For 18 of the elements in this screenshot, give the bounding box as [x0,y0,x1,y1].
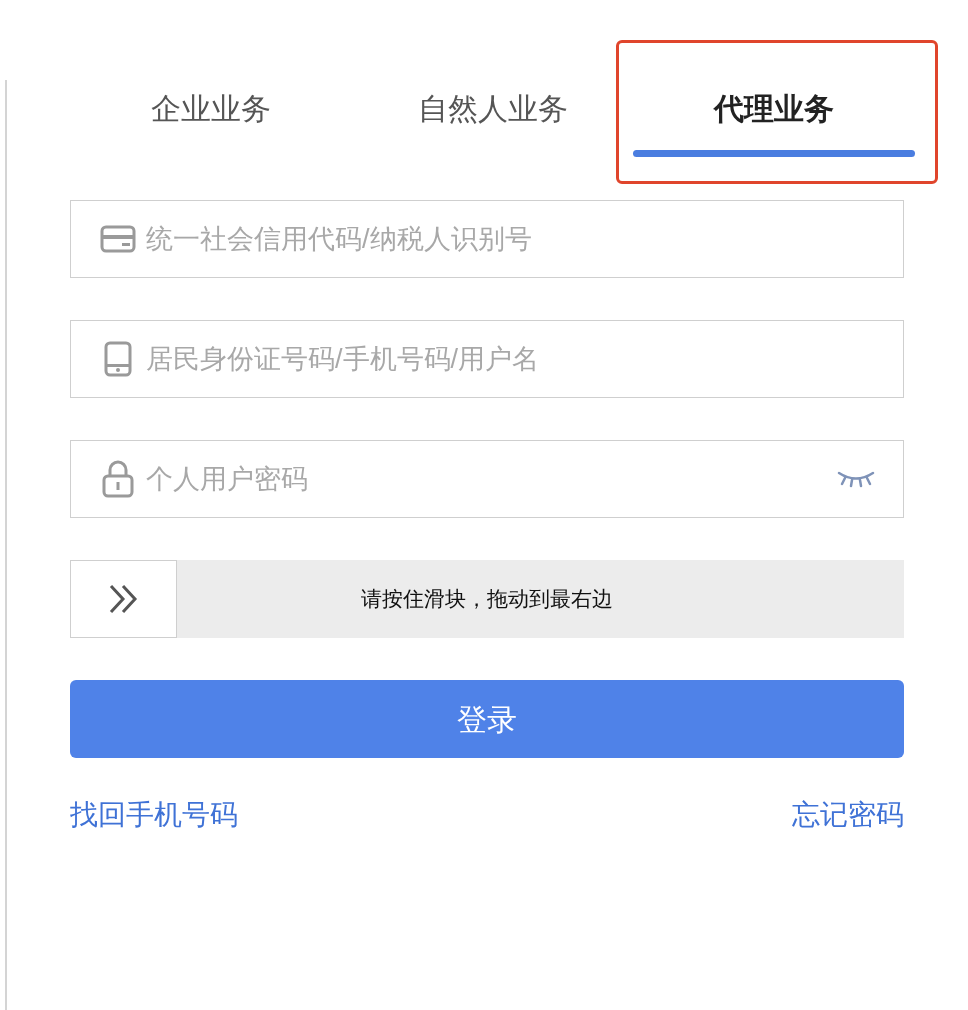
input-field[interactable]: 统一社会信用代码/纳税人识别号 [70,200,904,278]
tab[interactable]: 企业业务 [150,90,271,128]
text-input[interactable]: 个人用户密码 [146,458,829,500]
login-button[interactable]: 登录 [70,680,904,758]
text-input[interactable]: 统一社会信用代码/纳税人识别号 [146,218,875,260]
tab[interactable]: 代理业务 [714,90,835,128]
link[interactable]: 找回手机号码 [70,794,238,836]
phone-icon [104,341,132,377]
text-input[interactable]: 居民身份证号码/手机号码/用户名 [146,338,875,380]
slider-label: 请按住滑块，拖动到最右边 [361,586,613,613]
slider-handle[interactable] [70,560,177,638]
input-field[interactable]: 个人用户密码 [70,440,904,518]
closed-eye-icon[interactable] [837,470,875,488]
card-icon [100,225,136,253]
link[interactable]: 忘记密码 [792,794,904,836]
lock-icon [102,460,134,498]
tab[interactable]: 自然人业务 [417,90,568,128]
input-field[interactable]: 居民身份证号码/手机号码/用户名 [70,320,904,398]
